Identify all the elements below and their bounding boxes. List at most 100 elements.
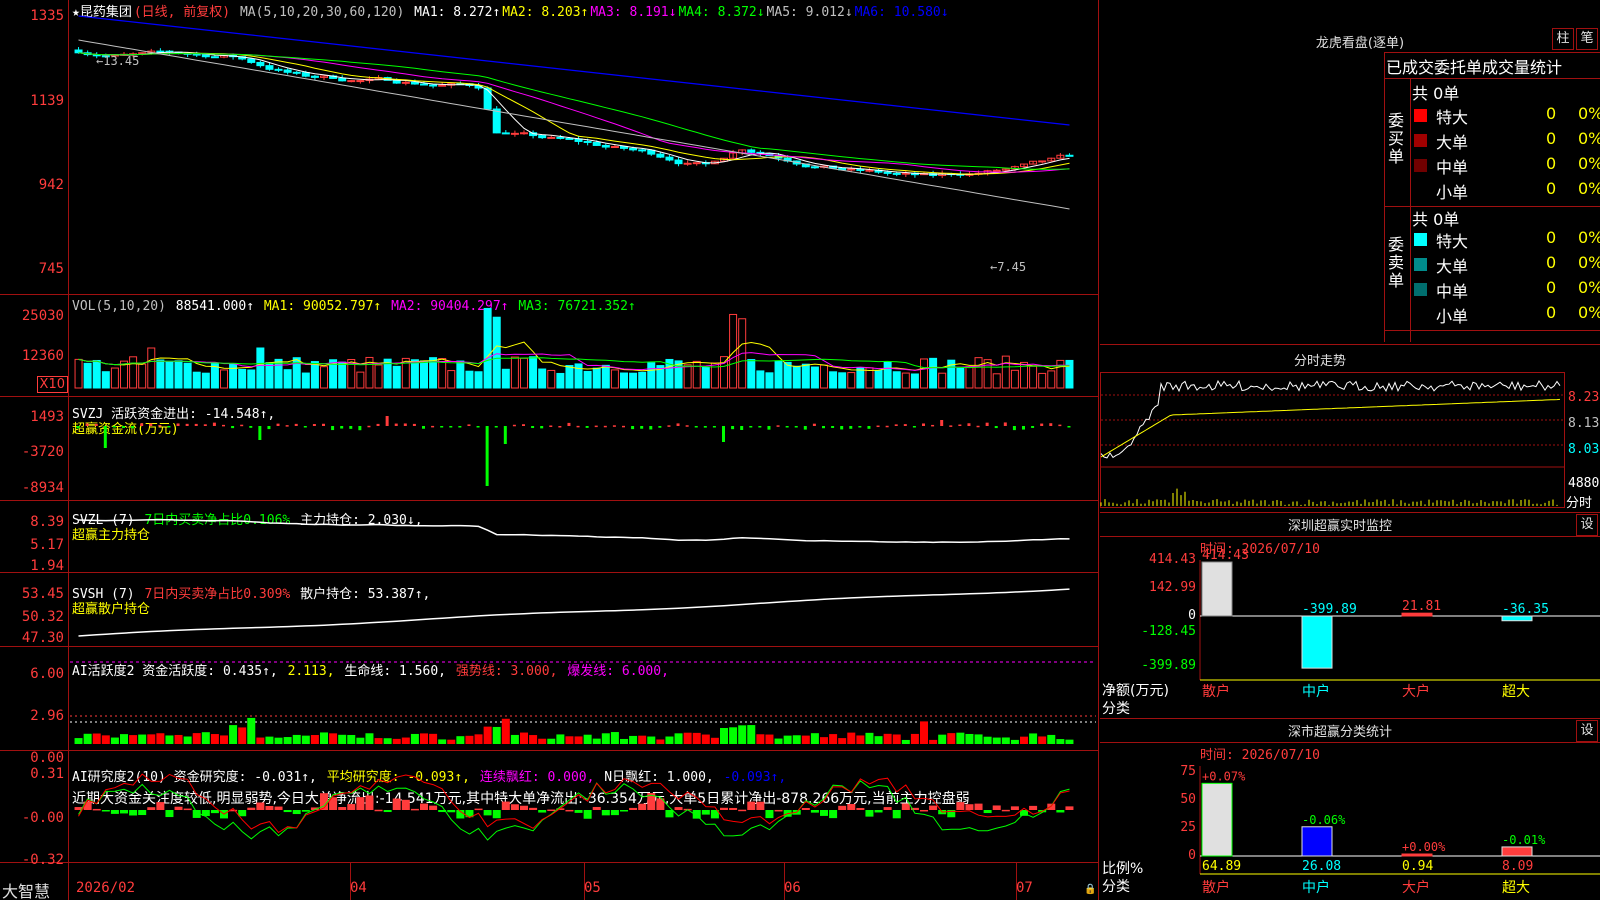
volume-bar bbox=[465, 370, 474, 389]
high-price-marker: ←13.45 bbox=[96, 54, 140, 68]
volume-bar bbox=[156, 359, 165, 389]
period-label[interactable]: (日线, 前复权) bbox=[134, 5, 230, 20]
sz-stats-settings-button[interactable]: 设 bbox=[1576, 720, 1598, 742]
volume-bar bbox=[592, 367, 601, 389]
volume-bar bbox=[283, 369, 292, 389]
intraday-tick: 8.23 bbox=[1568, 390, 1600, 405]
flow-bar bbox=[585, 426, 589, 428]
svsh-chart[interactable] bbox=[70, 574, 1096, 644]
candlestick-chart[interactable] bbox=[70, 15, 1096, 292]
intraday-price-line bbox=[1100, 379, 1561, 459]
research-bar bbox=[865, 810, 874, 817]
flow-bar bbox=[622, 425, 625, 428]
research-bar bbox=[820, 810, 828, 816]
pen-mode-button[interactable]: 笔 bbox=[1576, 28, 1598, 50]
intraday-chart[interactable] bbox=[1100, 373, 1564, 507]
activity-bar bbox=[429, 733, 438, 744]
research-bar bbox=[701, 810, 710, 815]
sz-monitor-chart[interactable]: 414.43 散户 -399.89 中户 21.81 大户 -36.35 超大 bbox=[1199, 548, 1600, 720]
activity-bar bbox=[420, 733, 428, 744]
activity-bar bbox=[1020, 736, 1028, 744]
volume-chart[interactable] bbox=[70, 296, 1096, 395]
svsh-tick: 53.45 bbox=[21, 586, 64, 602]
bar-mode-button[interactable]: 柱 bbox=[1552, 28, 1574, 50]
svzl-chart[interactable] bbox=[70, 502, 1096, 570]
research-bar bbox=[620, 810, 628, 812]
activity-bar bbox=[856, 735, 865, 744]
activity-bar bbox=[301, 735, 310, 744]
flow-bar bbox=[249, 426, 253, 428]
activity-bar bbox=[801, 735, 810, 744]
lock-icon[interactable]: 🔒 bbox=[1084, 884, 1096, 895]
svsh-tick: 47.30 bbox=[21, 630, 64, 646]
sz-monitor-settings-button[interactable]: 设 bbox=[1576, 514, 1598, 536]
activity-bar bbox=[638, 735, 647, 744]
flow-bar bbox=[367, 425, 371, 428]
stats-value-label: 0.94 bbox=[1402, 859, 1433, 874]
stats-value-label: 64.89 bbox=[1202, 859, 1241, 874]
activity-bar bbox=[538, 738, 547, 744]
volume-bar bbox=[183, 362, 192, 389]
research-bar bbox=[129, 810, 138, 816]
sz-stats-time: 时间: 2026/07/10 bbox=[1200, 748, 1320, 763]
ai-research-tick: -0.00 bbox=[21, 810, 64, 826]
vol-tick: 25030 bbox=[21, 308, 64, 324]
research-bar bbox=[592, 806, 601, 810]
research-bar bbox=[983, 810, 992, 814]
activity-bar bbox=[783, 735, 792, 744]
flow-bar bbox=[949, 425, 953, 427]
research-bar bbox=[992, 805, 1001, 810]
volume-bar bbox=[174, 360, 183, 389]
activity-bar bbox=[456, 736, 465, 744]
candle-body bbox=[210, 56, 219, 59]
flow-bar bbox=[122, 426, 125, 429]
volume-bar bbox=[556, 372, 565, 389]
research-bar bbox=[629, 807, 638, 810]
volume-bar bbox=[547, 369, 556, 389]
sz-stats-chart[interactable]: +0.07% 64.89 散户 -0.06% 26.08 中户 +0.00% 0.94 大户 -0… bbox=[1199, 766, 1600, 900]
flow-bar bbox=[867, 426, 871, 429]
research-bar bbox=[383, 810, 392, 813]
activity-bar bbox=[738, 725, 747, 744]
flow-bar bbox=[431, 425, 435, 428]
volume-bar bbox=[629, 372, 638, 389]
stock-title[interactable]: ★昆药集团 bbox=[72, 5, 132, 20]
volume-bar bbox=[374, 364, 383, 389]
activity-bar bbox=[492, 726, 501, 744]
research-bar bbox=[692, 810, 701, 819]
ma-line bbox=[78, 15, 1070, 126]
volume-bar bbox=[929, 357, 938, 389]
flow-bar bbox=[731, 426, 735, 430]
price-tick: 1335 bbox=[30, 8, 64, 24]
order-size-label: 中单 bbox=[1436, 282, 1469, 301]
candle-body bbox=[520, 132, 528, 135]
activity-bar bbox=[529, 735, 538, 744]
svzj-chart[interactable] bbox=[70, 398, 1096, 498]
ai-research-chart[interactable] bbox=[70, 764, 1096, 860]
volume-bar bbox=[801, 363, 810, 389]
ai-active-chart[interactable] bbox=[70, 648, 1096, 762]
candle-body bbox=[992, 169, 1001, 172]
flow-bar bbox=[803, 426, 807, 430]
flow-bar bbox=[885, 425, 889, 428]
sz-monitor-ytick: 414.43 bbox=[1149, 552, 1196, 567]
order-color-swatch bbox=[1414, 159, 1427, 172]
flow-bar bbox=[540, 426, 544, 429]
volume-bar bbox=[983, 359, 992, 389]
buy-orders-label: 委买单 bbox=[1388, 111, 1405, 166]
candle-body bbox=[592, 141, 601, 146]
ma-legend-item: MA2: 8.203↑ bbox=[502, 5, 589, 20]
candle-body bbox=[283, 69, 292, 73]
main-position-line bbox=[78, 518, 1070, 544]
flow-bar bbox=[685, 425, 689, 427]
sz-monitor-ytick: 142.99 bbox=[1149, 580, 1196, 595]
flow-bar bbox=[976, 425, 980, 428]
order-count: 0 bbox=[1546, 253, 1557, 272]
svzl-axis: 8.39 5.17 1.94 bbox=[0, 500, 68, 574]
flow-bar bbox=[812, 423, 816, 426]
flow-bar bbox=[85, 423, 89, 426]
activity-bar bbox=[756, 734, 765, 744]
intraday-vol-tick: 4880 bbox=[1568, 476, 1600, 491]
volume-bar bbox=[901, 372, 910, 389]
activity-bar bbox=[665, 736, 674, 744]
